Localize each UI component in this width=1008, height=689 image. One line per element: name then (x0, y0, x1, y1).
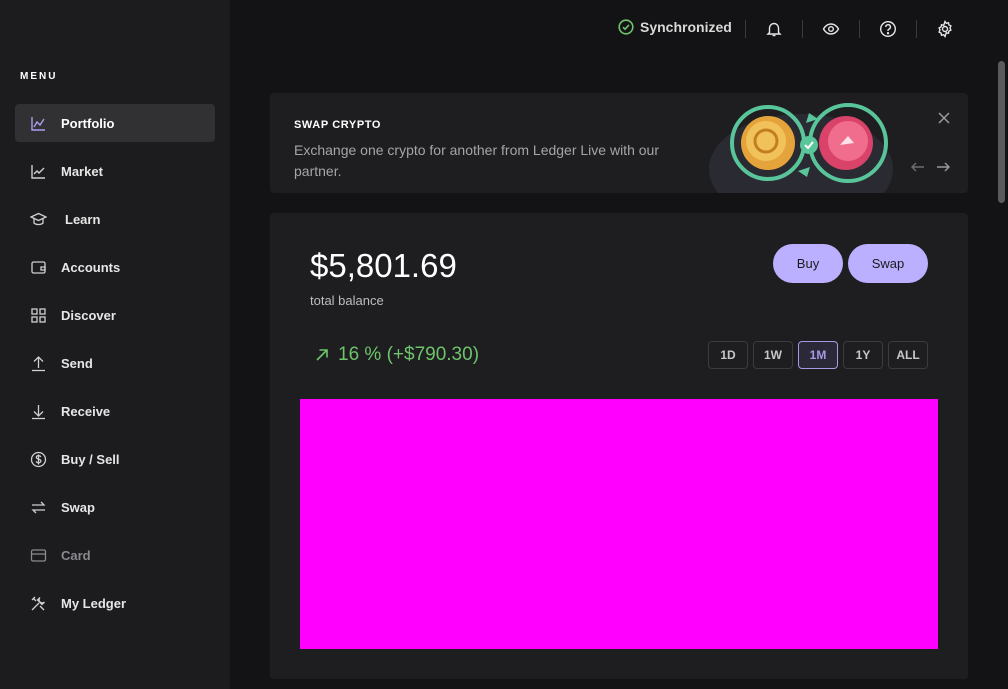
swap-coins-illustration (709, 103, 893, 193)
menu-heading: MENU (20, 71, 58, 82)
swap-banner: SWAP CRYPTO Exchange one crypto for anot… (270, 93, 968, 193)
settings-icon[interactable] (935, 19, 955, 39)
range-all[interactable]: ALL (888, 341, 928, 369)
bell-icon[interactable] (764, 19, 784, 39)
total-balance-label: total balance (310, 293, 384, 308)
dollar-circle-icon (30, 451, 47, 468)
balance-change: 16 % (+$790.30) (314, 344, 479, 366)
chart-line-icon (30, 115, 47, 132)
sidebar-item-receive[interactable]: Receive (15, 392, 215, 430)
sidebar-item-label: My Ledger (61, 595, 127, 611)
sidebar-item-my-ledger[interactable]: My Ledger (15, 584, 215, 622)
sidebar-item-accounts[interactable]: Accounts (15, 248, 215, 286)
card-icon (30, 547, 47, 564)
graduation-cap-icon (30, 211, 47, 228)
portfolio-chart-placeholder (300, 399, 938, 649)
sidebar-item-label: Buy / Sell (61, 451, 120, 467)
swap-icon (30, 499, 47, 516)
arrow-up-right-icon (314, 347, 330, 363)
sidebar-item-discover[interactable]: Discover (15, 296, 215, 334)
eye-icon[interactable] (821, 19, 841, 39)
sidebar-item-buy-sell[interactable]: Buy / Sell (15, 440, 215, 478)
sync-status[interactable]: Synchronized (618, 19, 732, 35)
buy-button[interactable]: Buy (773, 244, 843, 283)
range-1y[interactable]: 1Y (843, 341, 883, 369)
swap-button[interactable]: Swap (848, 244, 928, 283)
sidebar: MENU Portfolio Market Learn Accounts Dis… (0, 0, 230, 689)
market-chart-icon (30, 163, 47, 180)
close-icon[interactable] (936, 110, 952, 126)
sidebar-nav: Portfolio Market Learn Accounts Discover (15, 104, 215, 632)
arrow-right-icon[interactable] (935, 159, 951, 175)
sidebar-item-label: Portfolio (61, 115, 115, 131)
sidebar-item-label: Card (61, 547, 91, 563)
arrow-down-icon (30, 403, 47, 420)
sidebar-item-swap[interactable]: Swap (15, 488, 215, 526)
grid-icon (30, 307, 47, 324)
sidebar-item-label: Accounts (61, 259, 121, 275)
help-icon[interactable] (878, 19, 898, 39)
portfolio-card: $5,801.69 total balance Buy Swap 16 % (+… (270, 213, 968, 679)
balance-change-value: 16 % (+$790.30) (338, 344, 480, 365)
sidebar-item-label: Learn (65, 211, 101, 227)
banner-description: Exchange one crypto for another from Led… (294, 142, 659, 179)
scrollbar[interactable] (998, 61, 1005, 203)
tools-icon (30, 595, 47, 612)
check-circle-icon (618, 19, 634, 35)
sidebar-item-label: Receive (61, 403, 111, 419)
wallet-icon (30, 259, 47, 276)
total-balance-value: $5,801.69 (310, 247, 457, 284)
sidebar-item-market[interactable]: Market (15, 152, 215, 190)
range-1d[interactable]: 1D (708, 341, 748, 369)
sidebar-item-label: Swap (61, 499, 95, 515)
sidebar-item-send[interactable]: Send (15, 344, 215, 382)
divider (916, 20, 917, 38)
sidebar-item-label: Discover (61, 307, 116, 323)
arrow-up-icon (30, 355, 47, 372)
divider (802, 20, 803, 38)
sidebar-item-learn[interactable]: Learn (15, 200, 215, 238)
banner-title: SWAP CRYPTO (294, 119, 382, 131)
sidebar-item-label: Market (61, 163, 103, 179)
arrow-left-icon[interactable] (910, 159, 926, 175)
sidebar-item-portfolio[interactable]: Portfolio (15, 104, 215, 142)
divider (745, 20, 746, 38)
sidebar-item-card[interactable]: Card (15, 536, 215, 574)
sidebar-item-label: Send (61, 355, 93, 371)
sync-label: Synchronized (640, 19, 732, 35)
top-bar: Synchronized (230, 0, 1008, 58)
range-1m[interactable]: 1M (798, 341, 838, 369)
divider (859, 20, 860, 38)
range-1w[interactable]: 1W (753, 341, 793, 369)
